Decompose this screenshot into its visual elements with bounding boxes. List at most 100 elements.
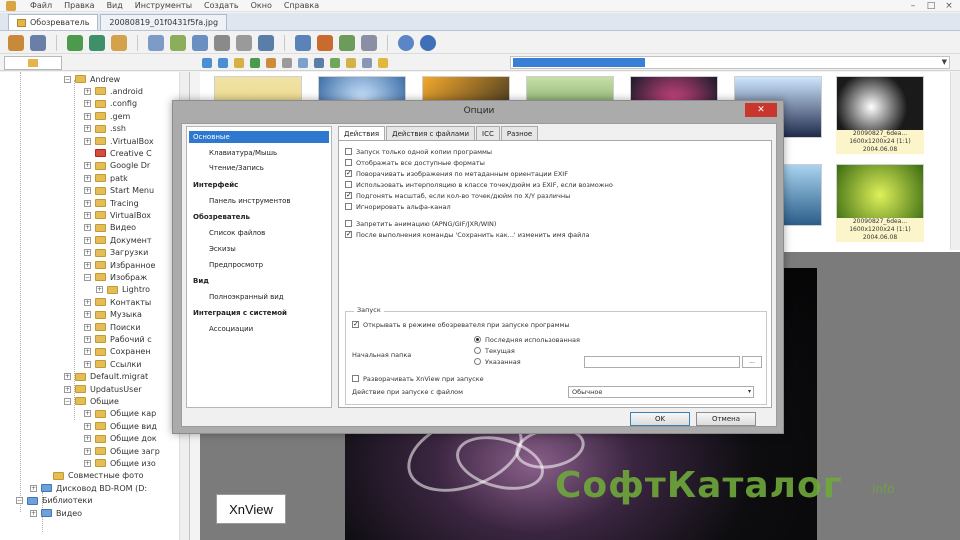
radio-button[interactable] bbox=[474, 358, 481, 365]
tree-expander[interactable]: − bbox=[64, 397, 71, 405]
tree-item[interactable]: − Общие bbox=[64, 395, 119, 407]
thumbnail-image[interactable] bbox=[836, 164, 924, 226]
menu-edit[interactable]: Правка bbox=[64, 1, 94, 10]
menu-help[interactable]: Справка bbox=[284, 1, 319, 10]
option-row[interactable]: ✓ Поворачивать изображения по метаданным … bbox=[345, 169, 568, 178]
capture-icon[interactable] bbox=[317, 34, 333, 51]
category-item[interactable]: Предпросмотр bbox=[209, 259, 263, 271]
tree-expander[interactable]: + bbox=[84, 162, 91, 170]
category-item[interactable]: Интерфейс bbox=[193, 179, 238, 191]
tree-expander[interactable]: + bbox=[84, 261, 91, 269]
option-row[interactable]: Игнорировать альфа-канал bbox=[345, 202, 451, 211]
tree-item[interactable]: + .ssh bbox=[84, 123, 126, 135]
tree-item[interactable]: Creative C bbox=[84, 147, 152, 159]
option-row[interactable]: Запретить анимацию (APNG/GIF/JXR/WIN) bbox=[345, 219, 496, 228]
bookmark-icon[interactable] bbox=[266, 57, 276, 68]
tree-item[interactable]: + Поиски bbox=[84, 321, 141, 333]
tree-expander[interactable]: − bbox=[16, 497, 23, 505]
tree-expander[interactable]: + bbox=[64, 373, 71, 381]
tree-item[interactable]: + .VirtualBox bbox=[84, 135, 154, 147]
tree-item[interactable]: + .android bbox=[84, 85, 143, 97]
checkbox[interactable] bbox=[345, 203, 352, 210]
checkbox[interactable] bbox=[345, 159, 352, 166]
slideshow-icon[interactable] bbox=[170, 34, 186, 51]
tree-item[interactable]: − Изображ bbox=[84, 271, 147, 283]
browse-button[interactable]: ... bbox=[742, 356, 762, 368]
tree-item[interactable]: + Музыка bbox=[84, 309, 142, 321]
minimize-button[interactable]: – bbox=[908, 1, 918, 11]
radio-last-used[interactable]: Последняя использованная bbox=[474, 335, 580, 344]
tree-expander[interactable]: + bbox=[84, 459, 91, 467]
tab-file-actions[interactable]: Действия с файлами bbox=[386, 126, 475, 140]
radio-button[interactable] bbox=[474, 336, 481, 343]
tree-expander[interactable]: + bbox=[84, 187, 91, 195]
tree-item[interactable]: + Контакты bbox=[84, 296, 151, 308]
email-icon[interactable] bbox=[236, 34, 252, 51]
checkbox[interactable] bbox=[345, 148, 352, 155]
tree-item[interactable]: + Общие загр bbox=[84, 445, 160, 457]
checkbox[interactable]: ✓ bbox=[345, 170, 352, 177]
tree-expander[interactable]: + bbox=[84, 298, 91, 306]
monitor-icon[interactable] bbox=[295, 34, 311, 51]
tree-item[interactable]: + .gem bbox=[84, 110, 130, 122]
tree-item[interactable]: + Документ bbox=[84, 234, 152, 246]
rotate-icon[interactable] bbox=[148, 34, 164, 51]
startup-action-select[interactable]: Обычное ▾ bbox=[568, 386, 754, 398]
copy-icon[interactable] bbox=[298, 57, 308, 68]
maximize-option[interactable]: Разворачивать XnView при запуске bbox=[352, 374, 484, 383]
tree-expander[interactable]: + bbox=[84, 236, 91, 244]
webpage-icon[interactable] bbox=[339, 34, 355, 51]
up-icon[interactable] bbox=[234, 57, 244, 68]
tree-item[interactable]: + Ссылки bbox=[84, 358, 141, 370]
option-row[interactable]: Отображать все доступные форматы bbox=[345, 158, 485, 167]
tree-item[interactable]: + Google Dr bbox=[84, 160, 150, 172]
category-item[interactable]: Обозреватель bbox=[193, 211, 250, 223]
category-item[interactable]: Интеграция с системой bbox=[193, 307, 287, 319]
tree-item[interactable]: + Общие док bbox=[84, 433, 157, 445]
tree-expander[interactable]: − bbox=[64, 75, 71, 83]
tree-item[interactable]: + UpdatusUser bbox=[64, 383, 142, 395]
chevron-down-icon[interactable]: ▼ bbox=[942, 58, 947, 66]
sort-icon[interactable] bbox=[330, 57, 340, 68]
tree-expander[interactable]: + bbox=[84, 100, 91, 108]
category-item[interactable]: Клавиатура/Мышь bbox=[209, 147, 277, 159]
checkbox[interactable]: ✓ bbox=[345, 192, 352, 199]
tree-expander[interactable]: + bbox=[84, 435, 91, 443]
globe-icon[interactable] bbox=[398, 34, 414, 51]
folders-panel-tab[interactable] bbox=[4, 55, 62, 70]
tree-expander[interactable]: + bbox=[30, 484, 37, 492]
batch-icon[interactable] bbox=[258, 34, 274, 51]
calendar-icon[interactable] bbox=[361, 34, 377, 51]
open-folder-icon[interactable] bbox=[111, 34, 127, 51]
option-row[interactable]: ✓ Подгонять масштаб, если кол-во точек/дю… bbox=[345, 191, 570, 200]
tree-item[interactable]: + Общие вид bbox=[84, 420, 157, 432]
tab-actions[interactable]: Действия bbox=[338, 126, 386, 141]
edit-icon[interactable] bbox=[282, 57, 292, 68]
tree-expander[interactable]: + bbox=[84, 422, 91, 430]
tree-expander[interactable]: − bbox=[84, 273, 91, 281]
radio-current[interactable]: Текущая bbox=[474, 346, 515, 355]
back-icon[interactable] bbox=[202, 57, 212, 68]
option-row[interactable]: ✓ После выполнения команды 'Сохранить как… bbox=[345, 230, 589, 239]
checkbox[interactable] bbox=[352, 375, 359, 382]
tree-item[interactable]: + VirtualBox bbox=[84, 209, 151, 221]
tree-item[interactable]: + Видео bbox=[30, 507, 82, 519]
tree-item[interactable]: + Default.migrat bbox=[64, 371, 148, 383]
tree-expander[interactable]: + bbox=[84, 199, 91, 207]
star-icon[interactable] bbox=[378, 57, 388, 68]
tree-item[interactable]: − Andrew bbox=[64, 73, 120, 85]
checkbox[interactable] bbox=[345, 220, 352, 227]
tree-item[interactable]: + Загрузки bbox=[84, 247, 148, 259]
close-window-button[interactable]: × bbox=[944, 1, 954, 11]
filter-icon[interactable] bbox=[346, 57, 356, 68]
info-icon[interactable] bbox=[420, 34, 436, 51]
checkbox[interactable] bbox=[345, 181, 352, 188]
tree-item[interactable]: + Общие кар bbox=[84, 408, 156, 420]
tree-item[interactable]: + Общие изо bbox=[84, 457, 156, 469]
address-bar[interactable]: ▼ bbox=[510, 56, 950, 69]
menu-create[interactable]: Создать bbox=[204, 1, 239, 10]
fullscreen-icon[interactable] bbox=[30, 34, 46, 51]
menu-file[interactable]: Файл bbox=[30, 1, 52, 10]
tree-expander[interactable]: + bbox=[64, 385, 71, 393]
category-item[interactable]: Ассоциации bbox=[209, 323, 253, 335]
